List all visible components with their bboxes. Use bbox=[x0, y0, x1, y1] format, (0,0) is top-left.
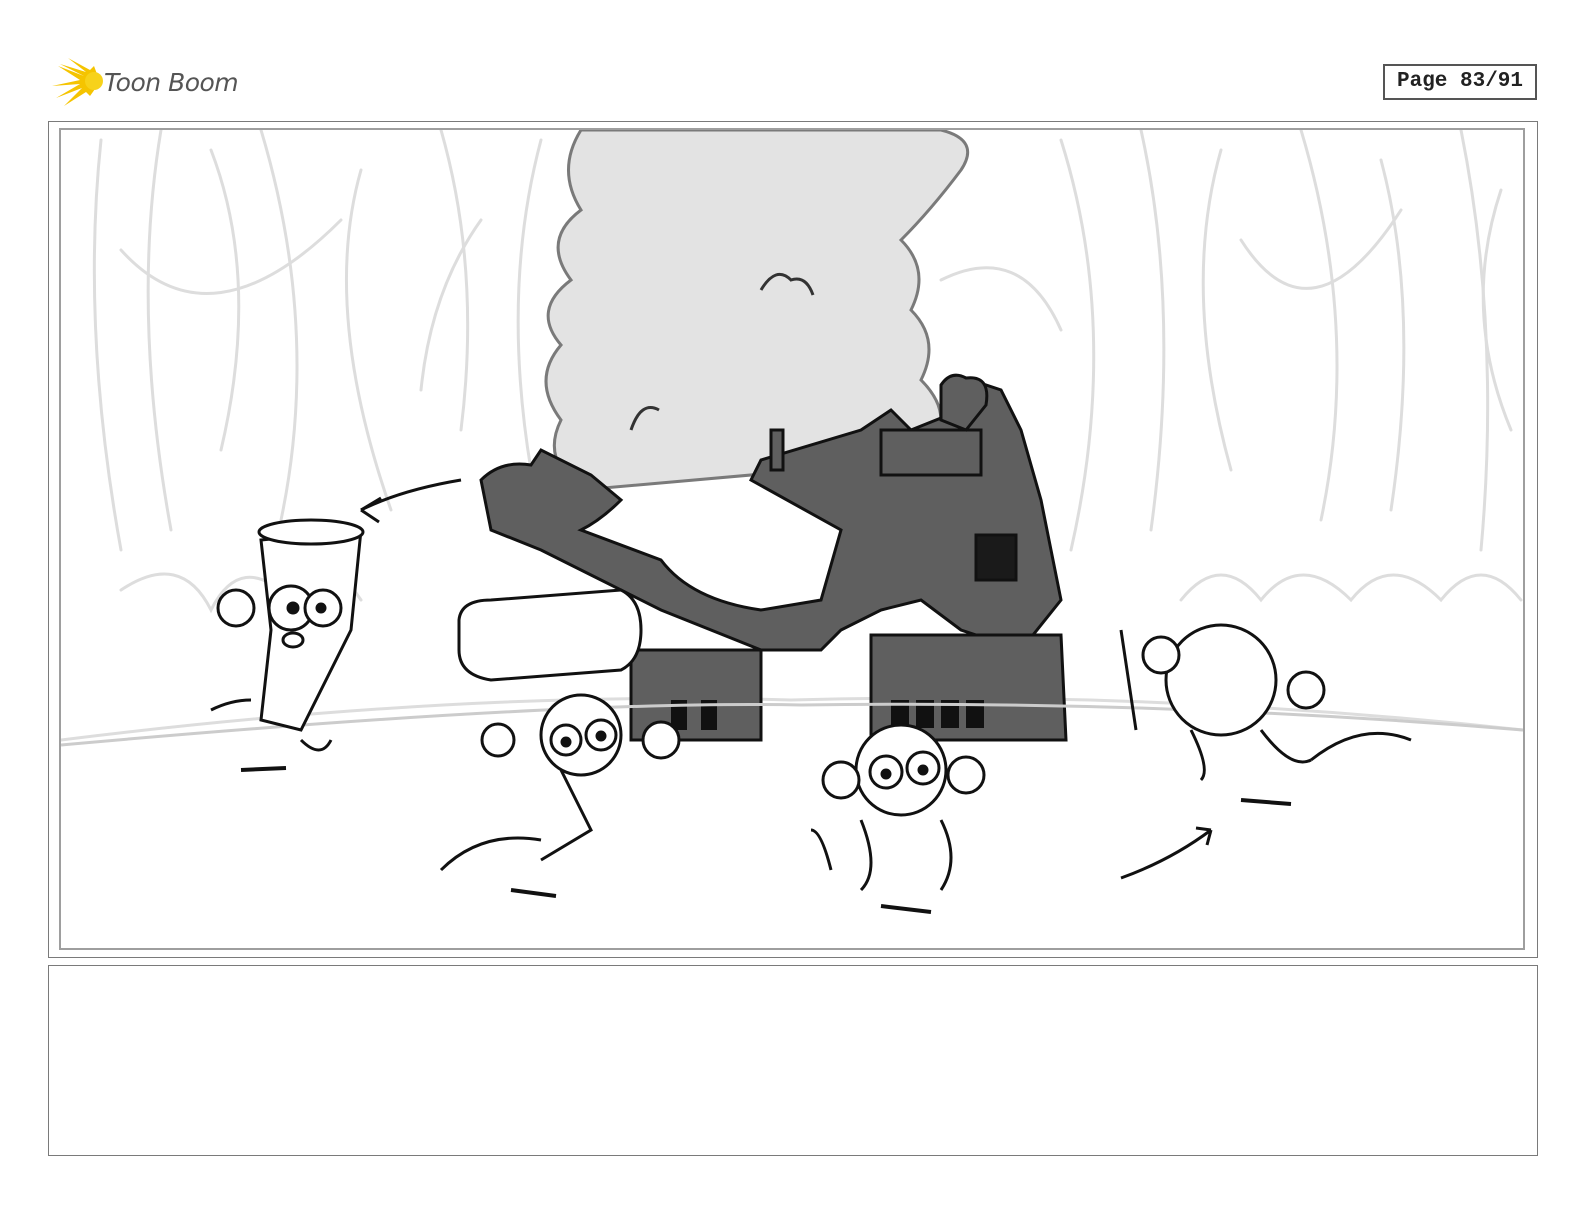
panel-caption-box bbox=[48, 965, 1538, 1156]
brand-name: Toon Boom bbox=[104, 68, 239, 97]
panel-drawing-area bbox=[59, 128, 1525, 950]
storyboard-sketch bbox=[61, 130, 1523, 914]
storyboard-panel bbox=[48, 121, 1538, 958]
burst-icon bbox=[52, 58, 103, 106]
page-number-badge: Page 83/91 bbox=[1383, 64, 1537, 100]
monkey-center bbox=[810, 723, 986, 892]
monkey-left bbox=[210, 518, 365, 752]
